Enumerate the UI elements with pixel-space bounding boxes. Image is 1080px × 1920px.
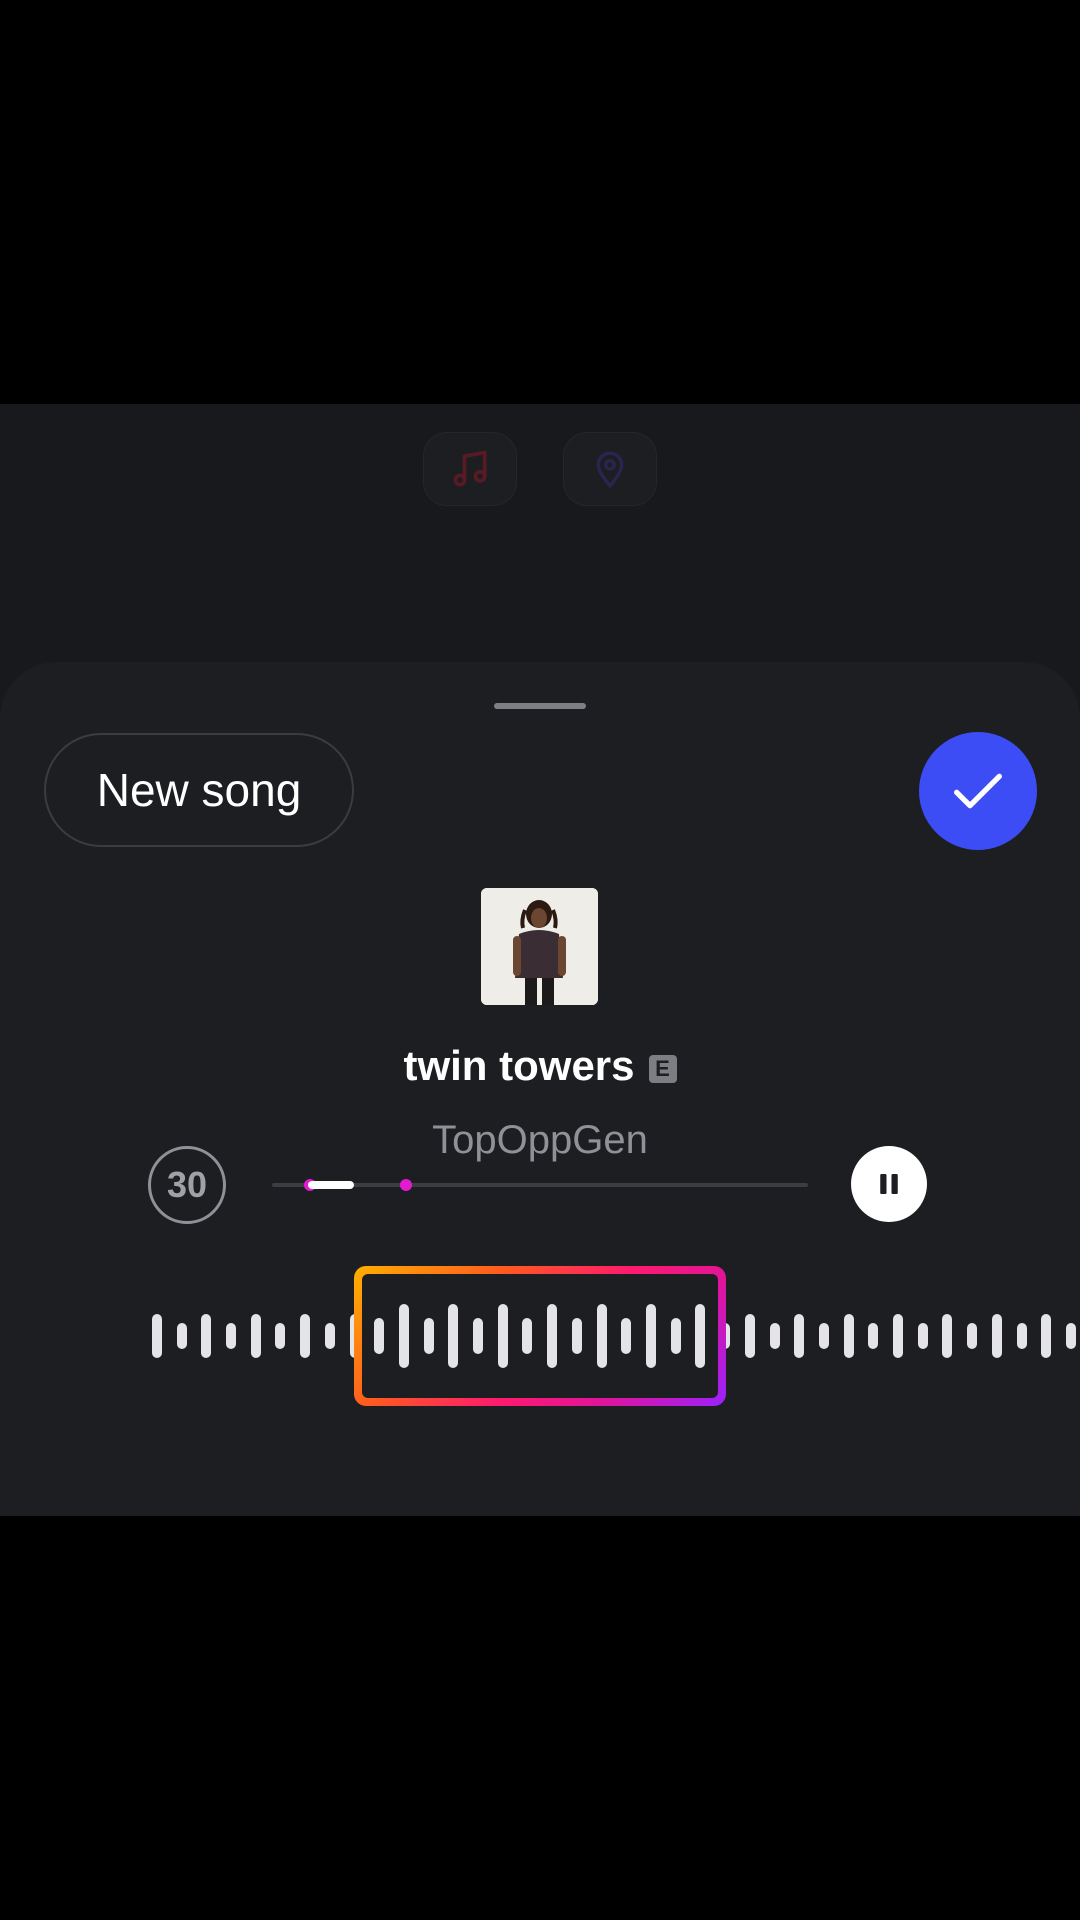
explicit-badge: E xyxy=(648,1055,677,1083)
waveform-bar xyxy=(177,1323,187,1349)
track-title-row: twin towers E xyxy=(0,1042,1080,1090)
done-button[interactable] xyxy=(919,732,1037,850)
waveform-bar xyxy=(226,1323,236,1349)
waveform-bar xyxy=(918,1323,928,1349)
playback-progress-fill xyxy=(308,1181,354,1189)
clip-selection-window[interactable] xyxy=(354,1266,726,1406)
location-sticker-button[interactable] xyxy=(563,432,657,506)
waveform-bar xyxy=(251,1314,261,1358)
checkmark-icon xyxy=(954,773,1002,809)
waveform-bar xyxy=(201,1314,211,1358)
waveform-bar xyxy=(275,1323,285,1349)
waveform-bar xyxy=(325,1323,335,1349)
album-cover-image xyxy=(481,888,598,1005)
track-title: twin towers xyxy=(403,1042,635,1089)
waveform-bar xyxy=(1041,1314,1051,1358)
waveform-bar xyxy=(300,1314,310,1358)
waveform-bar xyxy=(868,1323,878,1349)
clip-duration-button[interactable]: 30 xyxy=(148,1146,226,1224)
music-sticker-button[interactable] xyxy=(423,432,517,506)
waveform-bar xyxy=(745,1314,755,1358)
waveform-bar xyxy=(844,1314,854,1358)
top-letterbox xyxy=(0,0,1080,404)
waveform-bar xyxy=(967,1323,977,1349)
waveform-bar xyxy=(992,1314,1002,1358)
bottom-letterbox xyxy=(0,1516,1080,1920)
new-song-button[interactable]: New song xyxy=(44,733,354,847)
location-pin-icon xyxy=(596,451,624,489)
waveform-bar xyxy=(152,1314,162,1358)
waveform-bar xyxy=(1017,1323,1027,1349)
pause-icon xyxy=(880,1174,898,1194)
waveform-bar xyxy=(819,1323,829,1349)
waveform-bar xyxy=(770,1323,780,1349)
clip-end-marker xyxy=(400,1179,412,1191)
waveform-bar xyxy=(893,1314,903,1358)
music-icon xyxy=(453,450,487,487)
playback-progress-bar[interactable] xyxy=(272,1179,808,1191)
sheet-drag-handle[interactable] xyxy=(494,703,586,709)
album-cover xyxy=(481,888,598,1005)
waveform-bar xyxy=(942,1314,952,1358)
pause-button[interactable] xyxy=(851,1146,927,1222)
waveform-bar xyxy=(1066,1323,1076,1349)
waveform-bar xyxy=(794,1314,804,1358)
